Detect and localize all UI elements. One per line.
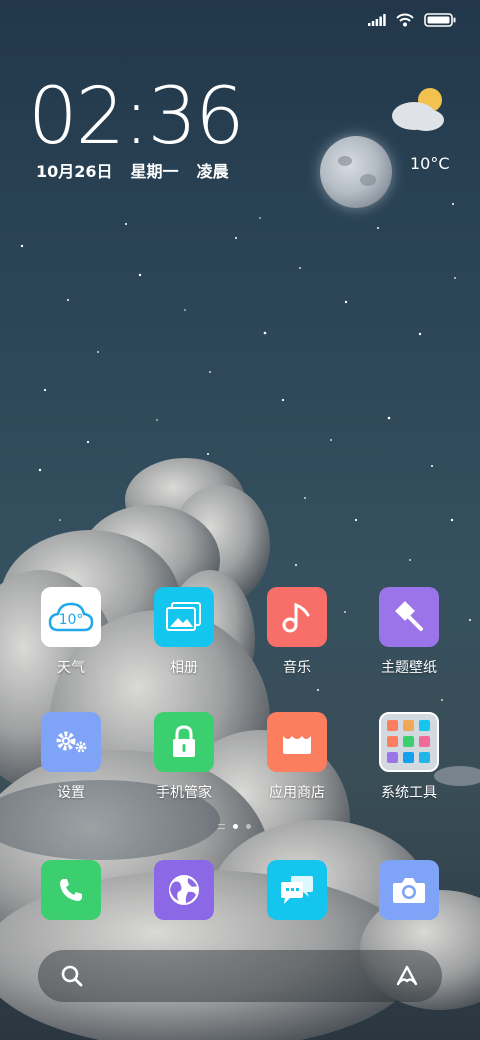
lock-icon: [154, 712, 214, 772]
gears-icon: [41, 712, 101, 772]
weather-temperature[interactable]: 10°C: [410, 154, 450, 173]
app-label: 应用商店: [269, 785, 325, 801]
messages-icon: [281, 876, 313, 904]
search-icon[interactable]: [60, 964, 84, 988]
page-dot: [246, 824, 251, 829]
app-label: 相册: [170, 660, 198, 676]
clock-date-row[interactable]: 10月26日 星期一 凌晨: [36, 158, 229, 182]
app-music[interactable]: 音乐: [247, 587, 347, 677]
weather-icon: 10°: [41, 587, 101, 647]
moon-image: [320, 136, 392, 208]
app-label: 手机管家: [156, 785, 212, 801]
app-weather[interactable]: 10° 天气: [21, 587, 121, 677]
dock-camera[interactable]: [379, 860, 439, 920]
battery-full-icon: [424, 13, 456, 27]
wifi-icon: [396, 13, 414, 27]
app-label: 音乐: [283, 660, 311, 676]
page-dot-active: [233, 824, 238, 829]
store-icon: [267, 712, 327, 772]
camera-icon: [393, 878, 425, 903]
assistant-icon[interactable]: [394, 964, 420, 988]
clock-date: 10月26日: [36, 162, 113, 181]
app-store[interactable]: 应用商店: [247, 712, 347, 802]
app-gallery[interactable]: 相册: [134, 587, 234, 677]
folder-icon: [379, 712, 439, 772]
status-bar: [368, 8, 456, 32]
signal-bars-icon: [368, 14, 386, 26]
page-indicator-list-icon: [218, 824, 225, 829]
search-bar[interactable]: [38, 950, 442, 1002]
app-label: 天气: [57, 660, 85, 676]
music-note-icon: [267, 587, 327, 647]
dock-messages[interactable]: [267, 860, 327, 920]
clock-time[interactable]: 02:36: [28, 78, 245, 156]
app-folder-system-tools[interactable]: 系统工具: [359, 712, 459, 802]
app-label: 系统工具: [381, 785, 437, 801]
browser-icon: [169, 875, 199, 905]
gallery-icon: [154, 587, 214, 647]
app-security[interactable]: 手机管家: [134, 712, 234, 802]
app-settings[interactable]: 设置: [21, 712, 121, 802]
paint-brush-icon: [379, 587, 439, 647]
dock-phone[interactable]: [41, 860, 101, 920]
clock-period: 凌晨: [196, 162, 229, 181]
page-indicator[interactable]: [218, 824, 251, 829]
app-label: 主题壁纸: [381, 660, 437, 676]
weather-icon-text: 10°: [59, 612, 84, 628]
dock-browser[interactable]: [154, 860, 214, 920]
partly-cloudy-icon[interactable]: [390, 86, 450, 136]
clock-weekday: 星期一: [130, 162, 179, 181]
app-label: 设置: [57, 785, 85, 801]
phone-icon: [60, 879, 82, 901]
app-themes[interactable]: 主题壁纸: [359, 587, 459, 677]
